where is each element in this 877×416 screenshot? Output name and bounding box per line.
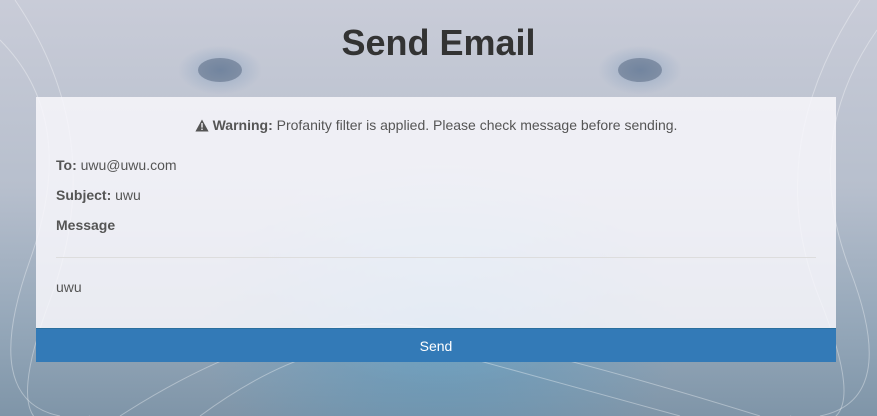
warning-banner: Warning: Profanity filter is applied. Pl…	[36, 117, 836, 135]
message-body: uwu	[56, 279, 82, 295]
email-card: Warning: Profanity filter is applied. Pl…	[36, 97, 836, 362]
to-label: To:	[56, 157, 77, 173]
divider	[56, 257, 816, 258]
warning-label: Warning:	[212, 117, 273, 133]
to-value: uwu@uwu.com	[80, 157, 177, 173]
subject-label: Subject:	[56, 187, 112, 203]
message-field: Message	[56, 217, 115, 233]
warning-text: Profanity filter is applied. Please chec…	[276, 117, 678, 133]
to-field: To: uwu@uwu.com	[56, 157, 177, 173]
send-button[interactable]: Send	[36, 328, 836, 362]
message-label: Message	[56, 217, 116, 233]
page-title: Send Email	[341, 22, 536, 63]
subject-field: Subject: uwu	[56, 187, 141, 203]
subject-value: uwu	[115, 187, 141, 203]
warning-triangle-icon	[194, 119, 209, 135]
